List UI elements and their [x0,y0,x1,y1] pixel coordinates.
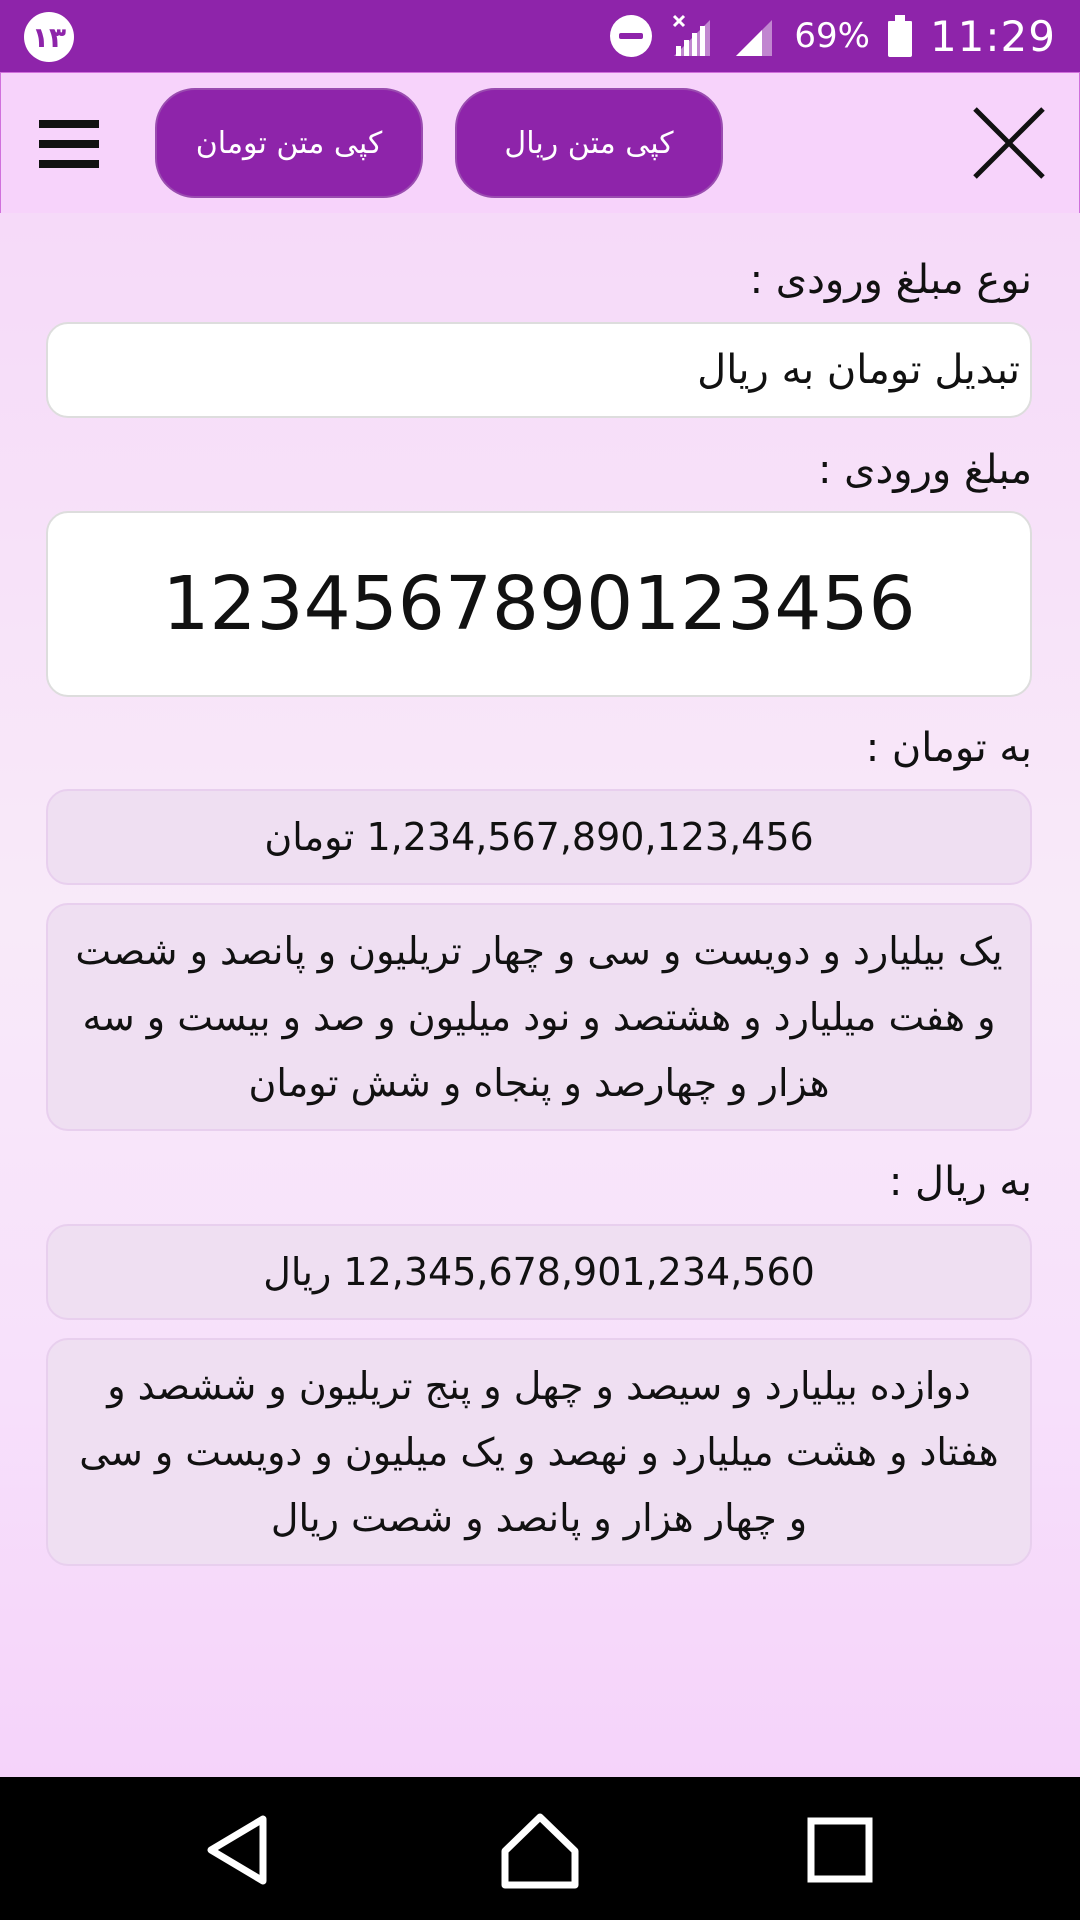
recents-icon[interactable] [797,1807,883,1893]
rial-words-output: دوازده بیلیارد و سیصد و چهل و پنج تریلیو… [46,1338,1032,1566]
navigation-bar [0,1777,1080,1920]
converter-content: نوع مبلغ ورودی : تبدیل تومان به ریال مبل… [0,213,1080,1777]
back-icon[interactable] [197,1807,283,1893]
input-type-select[interactable]: تبدیل تومان به ریال [46,322,1032,418]
toman-number-output: 1,234,567,890,123,456 تومان [46,789,1032,885]
status-icons: 69% 11:29 [610,0,1056,72]
close-icon[interactable] [969,103,1049,183]
toman-result-label: به تومان : [865,725,1032,771]
battery-percent: 69% [794,16,870,56]
toolbar: کپی متن تومان کپی متن ریال [0,72,1080,214]
rial-result-label: به ریال : [888,1159,1032,1205]
battery-icon [887,15,912,57]
toman-words-output: یک بیلیارد و دویست و سی و چهار تریلیون و… [46,903,1032,1131]
notification-count-badge: ۱۳ [24,12,74,62]
copy-rial-text-button[interactable]: کپی متن ریال [455,88,723,198]
do-not-disturb-icon [610,15,653,57]
copy-toman-text-button[interactable]: کپی متن تومان [155,88,423,198]
input-amount-label: مبلغ ورودی : [817,447,1032,493]
signal-icon [736,20,773,56]
hamburger-menu-icon[interactable] [39,120,99,168]
rial-number-output: 12,345,678,901,234,560 ریال [46,1224,1032,1320]
input-type-label: نوع مبلغ ورودی : [749,257,1032,303]
home-icon[interactable] [497,1807,583,1893]
amount-input[interactable]: 1234567890123456 [46,511,1032,697]
status-bar: ۱۳ 69% 11:29 [0,0,1080,72]
clock: 11:29 [929,11,1056,61]
signal-no-data-icon [673,14,711,56]
